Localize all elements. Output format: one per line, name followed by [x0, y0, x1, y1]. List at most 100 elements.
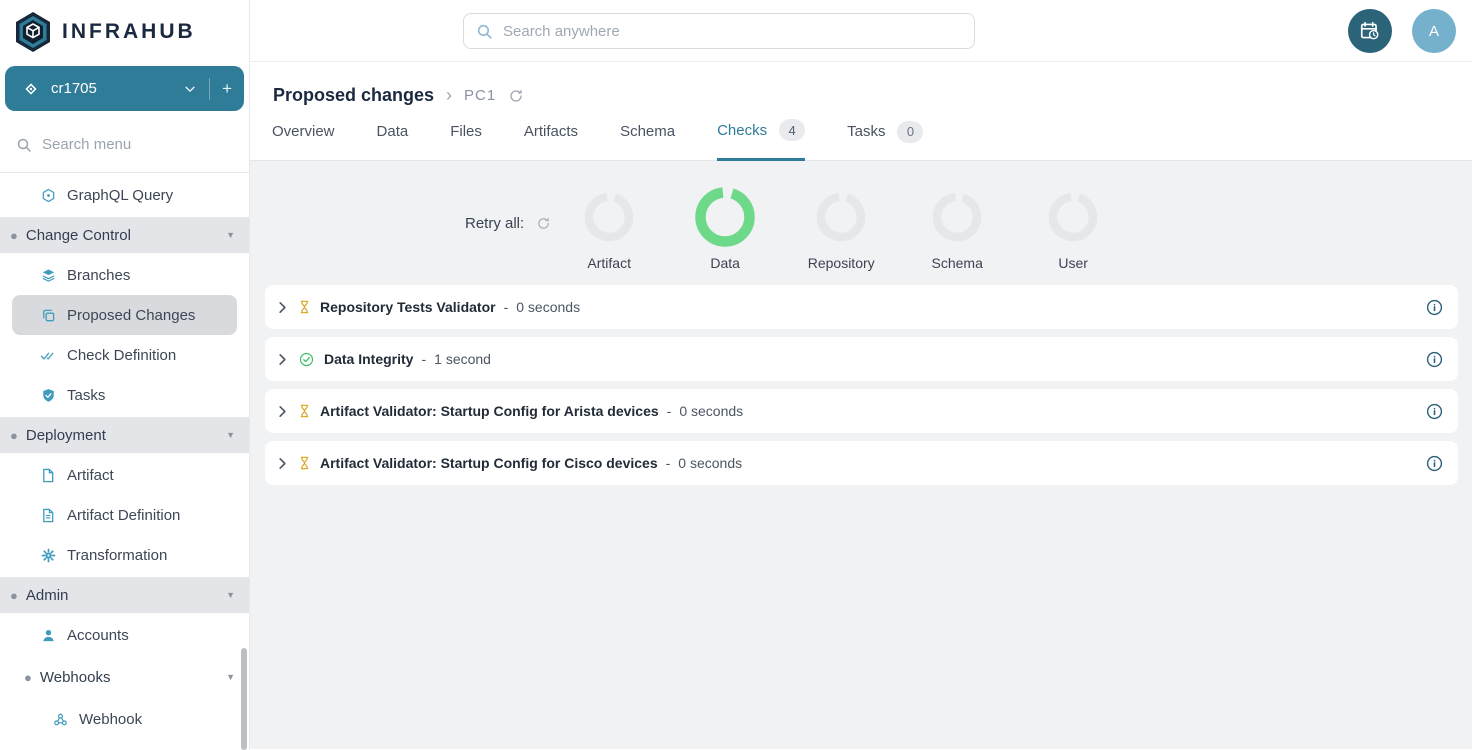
tab-checks[interactable]: Checks 4: [717, 119, 805, 161]
add-branch-button[interactable]: +: [222, 79, 232, 99]
validator-row[interactable]: Data Integrity - 1 second: [265, 337, 1458, 381]
global-search[interactable]: [463, 13, 975, 49]
check-group-artifact: Artifact: [551, 185, 667, 271]
separator: -: [666, 455, 671, 471]
tab-tasks[interactable]: Tasks 0: [847, 119, 923, 161]
section-bullet-icon: ●: [24, 670, 32, 685]
tab-files[interactable]: Files: [450, 119, 482, 161]
data-progress-ring[interactable]: [693, 185, 757, 249]
brand-logo[interactable]: INFRAHUB: [0, 0, 249, 62]
chevron-right-icon[interactable]: [275, 404, 290, 419]
sidebar-item-label: Webhook: [79, 711, 142, 728]
check-group-data: Data: [667, 185, 783, 271]
breadcrumb: Proposed changes › PC1: [273, 85, 524, 106]
schema-progress-ring[interactable]: [930, 185, 984, 249]
validator-duration: 0 seconds: [678, 455, 742, 471]
user-progress-ring[interactable]: [1046, 185, 1100, 249]
chevron-right-icon[interactable]: [275, 456, 290, 471]
sidebar-section-change-control[interactable]: ● Change Control ▼: [0, 217, 249, 253]
section-bullet-icon: ●: [10, 588, 18, 603]
gear-icon: [40, 548, 56, 563]
sidebar-item-webhook[interactable]: Webhook: [0, 699, 249, 739]
sidebar-subsection-webhooks[interactable]: ● Webhooks ▼: [0, 659, 249, 695]
schedule-button[interactable]: [1348, 9, 1392, 53]
calendar-clock-icon: [1359, 20, 1381, 42]
sidebar-item-tasks[interactable]: Tasks: [0, 375, 249, 415]
sidebar-section-deployment[interactable]: ● Deployment ▼: [0, 417, 249, 453]
chevron-right-icon[interactable]: [275, 352, 290, 367]
info-icon[interactable]: [1426, 403, 1443, 420]
breadcrumb-item[interactable]: PC1: [464, 87, 496, 104]
sidebar-item-proposed-changes[interactable]: Proposed Changes: [12, 295, 237, 335]
sidebar-menu: GraphQL Query ● Change Control ▼ Branche…: [0, 173, 249, 739]
validator-row[interactable]: Artifact Validator: Startup Config for C…: [265, 441, 1458, 485]
validator-name: Repository Tests Validator: [320, 299, 496, 315]
group-label: Schema: [932, 255, 983, 271]
branch-icon: [23, 81, 39, 97]
sidebar-item-transformation[interactable]: Transformation: [0, 535, 249, 575]
sidebar-item-artifact-definition[interactable]: Artifact Definition: [0, 495, 249, 535]
chevron-right-icon[interactable]: [275, 300, 290, 315]
separator: -: [667, 403, 672, 419]
sidebar-item-label: Artifact Definition: [67, 507, 180, 524]
sidebar-item-label: Transformation: [67, 547, 167, 564]
validator-row[interactable]: Repository Tests Validator - 0 seconds: [265, 285, 1458, 329]
sidebar-item-label: Proposed Changes: [67, 307, 195, 324]
sidebar-scrollbar-thumb[interactable]: [241, 648, 247, 750]
page-title: Proposed changes: [273, 85, 434, 106]
search-input[interactable]: [503, 23, 962, 40]
triangle-down-icon: ▼: [226, 430, 235, 440]
search-icon: [16, 137, 32, 153]
sidebar-item-graphql-query[interactable]: GraphQL Query: [0, 175, 249, 215]
retry-all-button[interactable]: [536, 216, 551, 231]
file-text-icon: [40, 508, 56, 523]
double-check-icon: [40, 348, 56, 363]
section-bullet-icon: ●: [10, 228, 18, 243]
sidebar-section-admin[interactable]: ● Admin ▼: [0, 577, 249, 613]
separator: -: [504, 299, 509, 315]
info-icon[interactable]: [1426, 351, 1443, 368]
graphql-icon: [40, 188, 56, 203]
group-label: Data: [710, 255, 740, 271]
branch-selector[interactable]: cr1705 +: [5, 66, 244, 111]
sidebar-item-accounts[interactable]: Accounts: [0, 615, 249, 655]
brand-name: INFRAHUB: [62, 20, 196, 44]
group-label: User: [1058, 255, 1088, 271]
validator-row[interactable]: Artifact Validator: Startup Config for A…: [265, 389, 1458, 433]
section-bullet-icon: ●: [10, 428, 18, 443]
sidebar-menu-search[interactable]: Search menu: [0, 117, 249, 173]
layers-icon: [40, 268, 56, 283]
sidebar-item-label: Tasks: [67, 387, 105, 404]
sidebar-item-check-definition[interactable]: Check Definition: [0, 335, 249, 375]
group-label: Artifact: [587, 255, 631, 271]
tab-artifacts[interactable]: Artifacts: [524, 119, 578, 161]
repository-progress-ring[interactable]: [814, 185, 868, 249]
file-icon: [40, 468, 56, 483]
tab-schema[interactable]: Schema: [620, 119, 675, 161]
webhook-icon: [52, 712, 68, 727]
sidebar-item-artifact[interactable]: Artifact: [0, 455, 249, 495]
user-avatar[interactable]: A: [1412, 9, 1456, 53]
tab-overview[interactable]: Overview: [272, 119, 335, 161]
sidebar-item-branches[interactable]: Branches: [0, 255, 249, 295]
refresh-icon[interactable]: [508, 88, 524, 104]
tab-data[interactable]: Data: [377, 119, 409, 161]
sidebar: INFRAHUB cr1705 + Search menu: [0, 0, 250, 750]
info-icon[interactable]: [1426, 455, 1443, 472]
checks-count-badge: 4: [779, 119, 805, 141]
validator-duration: 0 seconds: [516, 299, 580, 315]
retry-all-row: Retry all: Artifact Data: [250, 185, 1472, 271]
tab-bar: Overview Data Files Artifacts Schema Che…: [272, 119, 923, 161]
chevron-down-icon[interactable]: [183, 82, 197, 96]
app-root: INFRAHUB cr1705 + Search menu: [0, 0, 1472, 750]
page-header: Proposed changes › PC1 Overview Data Fil…: [250, 62, 1472, 161]
avatar-letter: A: [1429, 23, 1439, 40]
hourglass-icon: [299, 456, 310, 470]
current-branch-label: cr1705: [51, 80, 97, 97]
artifact-progress-ring[interactable]: [582, 185, 636, 249]
hourglass-icon: [299, 404, 310, 418]
chevron-right-icon: ›: [446, 85, 452, 106]
triangle-down-icon: ▼: [226, 230, 235, 240]
info-icon[interactable]: [1426, 299, 1443, 316]
validator-name: Data Integrity: [324, 351, 413, 367]
